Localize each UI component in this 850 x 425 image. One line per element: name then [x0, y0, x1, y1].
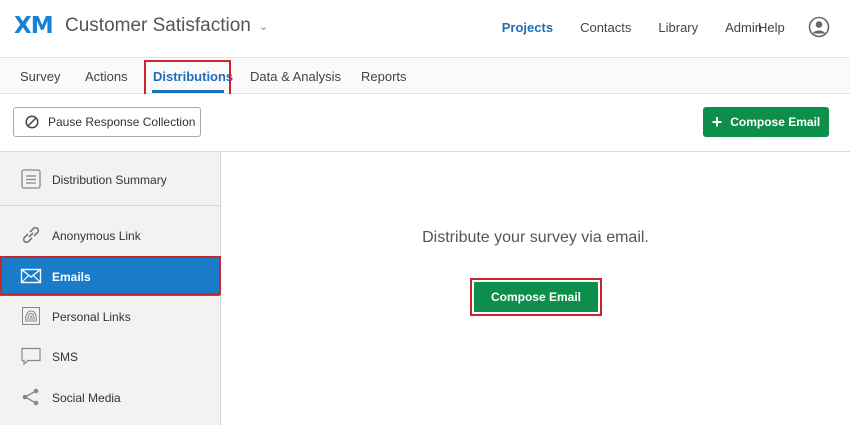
share-icon [22, 388, 39, 406]
tab-survey[interactable]: Survey [20, 69, 60, 84]
sidebar-item-label: Social Media [52, 391, 121, 405]
link-icon [22, 226, 40, 244]
project-selector[interactable]: Customer Satisfaction ⌄ [65, 15, 268, 37]
compose-email-top-button[interactable]: + Compose Email [703, 107, 829, 137]
tab-actions[interactable]: Actions [85, 69, 128, 84]
distributions-tab-highlight [144, 60, 231, 96]
survey-tabs: Survey Actions Distributions Data & Anal… [0, 58, 850, 94]
emails-item-highlight [0, 256, 221, 295]
distribution-toolbar: Pause Response Collection + Compose Emai… [0, 94, 850, 152]
sidebar-item-social-media[interactable]: Social Media [0, 377, 220, 417]
pause-circle-icon [25, 115, 39, 129]
sidebar-item-label: Anonymous Link [52, 229, 141, 243]
document-list-icon [21, 169, 41, 189]
sidebar-item-distribution-summary[interactable]: Distribution Summary [0, 152, 220, 206]
sidebar-item-anonymous-link[interactable]: Anonymous Link [0, 215, 220, 255]
tab-reports[interactable]: Reports [361, 69, 407, 84]
sidebar-item-sms[interactable]: SMS [0, 336, 220, 376]
top-header: XM Customer Satisfaction ⌄ Projects Cont… [0, 0, 850, 58]
empty-state-message: Distribute your survey via email. [422, 229, 649, 246]
user-account-icon[interactable] [808, 16, 830, 38]
project-title: Customer Satisfaction [65, 15, 251, 36]
compose-email-top-label: Compose Email [730, 115, 821, 129]
sidebar-item-label: SMS [52, 350, 79, 364]
pause-button-label: Pause Response Collection [48, 115, 196, 129]
pause-response-collection-button[interactable]: Pause Response Collection [13, 107, 201, 137]
compose-email-highlight [470, 278, 602, 316]
fingerprint-icon [22, 307, 40, 325]
sidebar-item-personal-links[interactable]: Personal Links [0, 296, 220, 336]
sidebar-summary-label: Distribution Summary [52, 173, 167, 187]
nav-admin[interactable]: Admin [725, 20, 762, 35]
sidebar-item-label: Personal Links [52, 310, 131, 324]
nav-projects[interactable]: Projects [502, 20, 553, 35]
speech-bubble-icon [21, 347, 41, 366]
top-nav: Projects Contacts Library Admin [502, 20, 762, 35]
xm-logo[interactable]: XM [14, 13, 54, 39]
nav-library[interactable]: Library [658, 20, 698, 35]
chevron-down-icon: ⌄ [258, 20, 269, 33]
nav-help[interactable]: Help [758, 20, 785, 35]
nav-contacts[interactable]: Contacts [580, 20, 631, 35]
tab-data-analysis[interactable]: Data & Analysis [250, 69, 341, 84]
plus-icon: + [711, 112, 723, 132]
